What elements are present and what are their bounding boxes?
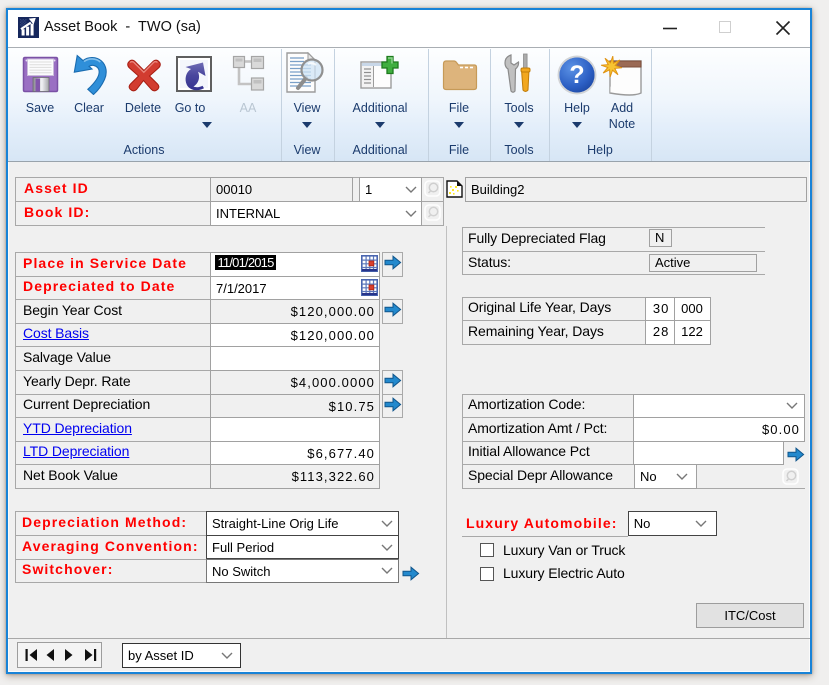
svg-text:?: ? bbox=[569, 61, 584, 89]
